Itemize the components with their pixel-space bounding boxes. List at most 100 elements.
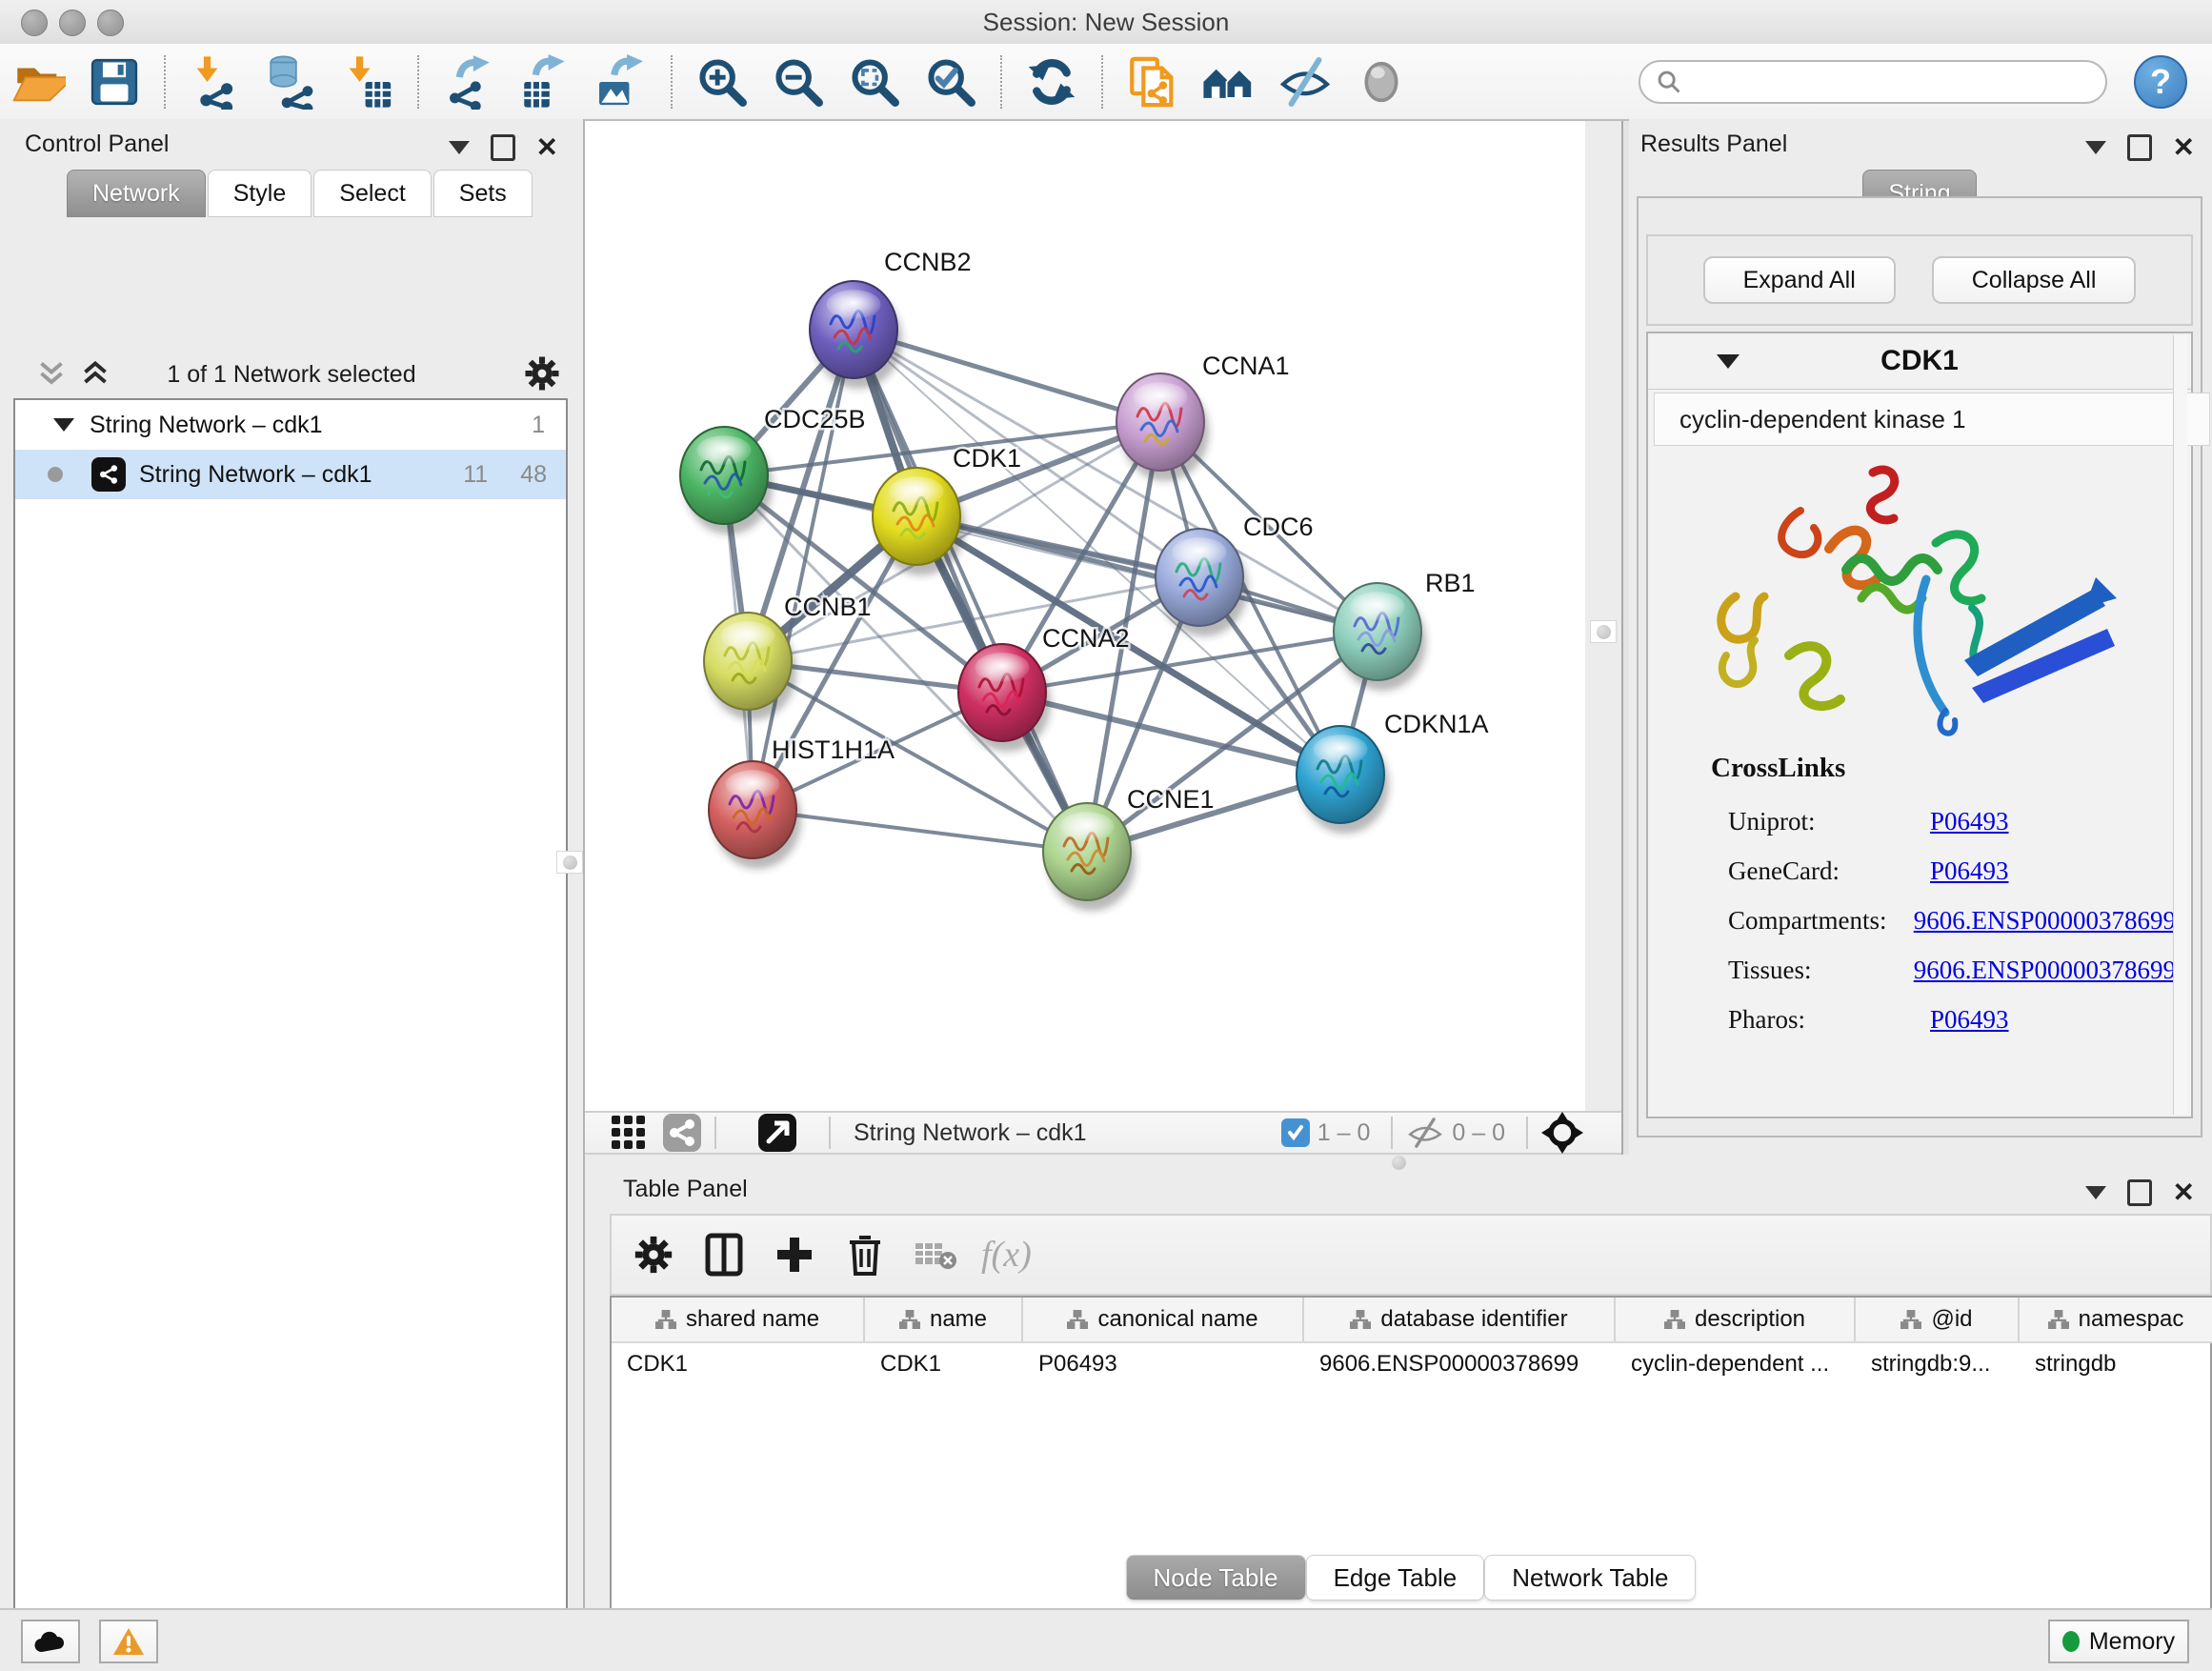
cell-shared-name[interactable]: CDK1	[612, 1343, 865, 1385]
cloud-status-button[interactable]	[21, 1620, 80, 1663]
zoom-window-button[interactable]	[97, 10, 124, 36]
tab-select[interactable]: Select	[313, 170, 431, 217]
crosslink-link[interactable]: P06493	[1930, 1005, 2009, 1035]
status-bar: Memory	[0, 1608, 2212, 1671]
help-button[interactable]: ?	[2134, 55, 2187, 109]
birdseye-toggle-icon[interactable]	[758, 1114, 796, 1152]
table-toolbar: f(x)	[610, 1214, 2212, 1296]
close-panel-icon[interactable]: ✕	[2173, 1182, 2195, 1203]
table-row[interactable]: CDK1CDK1P064939606.ENSP00000378699cyclin…	[612, 1343, 2212, 1385]
tab-edge-table[interactable]: Edge Table	[1306, 1555, 1485, 1601]
network-options-gear-icon[interactable]	[522, 353, 562, 393]
column-header-name[interactable]: name	[865, 1298, 1023, 1341]
grid-view-icon[interactable]	[612, 1116, 646, 1150]
network-row-selected[interactable]: String Network – cdk1 11 48	[15, 450, 566, 499]
collapse-panel-icon[interactable]	[2085, 141, 2106, 154]
column-header-shared-name[interactable]: shared name	[612, 1298, 865, 1341]
export-image-icon[interactable]	[592, 52, 651, 111]
network-canvas[interactable]: CCNB2CCNA1CDC25BCDK1CDC6RB1CCNB1CCNA2CDK…	[585, 121, 1585, 1111]
import-table-file-icon[interactable]	[338, 52, 397, 111]
protein-structure-image	[1686, 455, 2143, 741]
zoom-fit-icon[interactable]	[845, 52, 904, 111]
hide-glyphs-icon[interactable]	[1276, 52, 1335, 111]
network-node-CCNE1[interactable]	[1043, 803, 1136, 911]
show-columns-icon[interactable]	[695, 1226, 753, 1283]
show-glyphs-icon[interactable]	[1352, 52, 1411, 111]
open-session-icon[interactable]	[9, 52, 68, 111]
collapse-panel-icon[interactable]	[449, 141, 470, 154]
zoom-selected-icon[interactable]	[921, 52, 980, 111]
crosslink-link[interactable]: 9606.ENSP00000378699	[1914, 906, 2176, 936]
warning-status-button[interactable]	[99, 1620, 158, 1663]
results-scrollbar[interactable]	[2173, 335, 2187, 1115]
network-node-RB1[interactable]	[1334, 583, 1426, 691]
collapse-all-button[interactable]: Collapse All	[1932, 256, 2137, 304]
column-header-namespac[interactable]: namespac	[2020, 1298, 2212, 1341]
network-list-header: 1 of 1 Network selected	[0, 348, 583, 399]
warning-icon	[112, 1627, 145, 1656]
network-edge-HIST1H1A-CCNE1[interactable]	[753, 810, 1087, 852]
cell-database-identifier[interactable]: 9606.ENSP00000378699	[1304, 1343, 1616, 1385]
tab-network-table[interactable]: Network Table	[1484, 1555, 1696, 1601]
collapse-panel-icon[interactable]	[2085, 1186, 2106, 1199]
network-node-CCNA1[interactable]	[1116, 373, 1209, 481]
minimize-window-button[interactable]	[59, 10, 86, 36]
column-header-canonical-name[interactable]: canonical name	[1023, 1298, 1304, 1341]
cell--id[interactable]: stringdb:9...	[1856, 1343, 2020, 1385]
tab-style[interactable]: Style	[208, 170, 312, 217]
cell-description[interactable]: cyclin-dependent ...	[1616, 1343, 1856, 1385]
network-node-HIST1H1A[interactable]	[709, 761, 801, 869]
network-node-CCNA2[interactable]	[958, 644, 1051, 752]
import-network-database-icon[interactable]	[262, 52, 321, 111]
column-header--id[interactable]: @id	[1856, 1298, 2020, 1341]
float-panel-icon[interactable]	[491, 134, 515, 161]
float-panel-icon[interactable]	[2127, 1179, 2152, 1206]
search-input[interactable]	[1682, 64, 2105, 100]
zoom-out-icon[interactable]	[769, 52, 828, 111]
right-splitter-handle[interactable]	[1590, 620, 1617, 643]
horizontal-splitter[interactable]	[585, 1155, 2212, 1170]
refresh-icon[interactable]	[1022, 52, 1081, 111]
network-node-CDC6[interactable]	[1156, 529, 1248, 636]
table-options-gear-icon[interactable]	[625, 1226, 682, 1283]
crosslink-link[interactable]: P06493	[1930, 856, 2009, 886]
add-column-icon[interactable]	[766, 1226, 823, 1283]
cell-canonical-name[interactable]: P06493	[1023, 1343, 1304, 1385]
selected-nodes-checkbox[interactable]	[1281, 1118, 1310, 1147]
export-table-icon[interactable]	[515, 52, 574, 111]
network-share-view-icon[interactable]	[663, 1114, 701, 1152]
close-window-button[interactable]	[21, 10, 48, 36]
search-field[interactable]	[1639, 60, 2107, 104]
collection-expander-icon[interactable]	[53, 418, 74, 432]
tab-sets[interactable]: Sets	[433, 170, 533, 217]
column-header-database-identifier[interactable]: database identifier	[1304, 1298, 1616, 1341]
float-panel-icon[interactable]	[2127, 134, 2152, 161]
network-node-CDK1[interactable]	[873, 468, 965, 575]
string-document-icon[interactable]	[1123, 52, 1182, 111]
expand-all-button[interactable]: Expand All	[1703, 256, 1896, 304]
network-node-CDKN1A[interactable]	[1297, 726, 1389, 834]
network-node-CDC25B[interactable]	[680, 427, 773, 534]
import-network-file-icon[interactable]	[186, 52, 245, 111]
export-network-icon[interactable]	[439, 52, 498, 111]
navigate-crosshair-icon[interactable]	[1541, 1112, 1583, 1154]
crosslink-link[interactable]: 9606.ENSP00000378699	[1914, 956, 2176, 985]
network-edge-CCNB2-CCNE1[interactable]	[854, 330, 1087, 852]
string-home-icon[interactable]	[1199, 52, 1258, 111]
network-collection-row[interactable]: String Network – cdk1 1	[15, 400, 566, 450]
tab-network[interactable]: Network	[67, 170, 206, 217]
close-panel-icon[interactable]: ✕	[536, 137, 558, 158]
cell-name[interactable]: CDK1	[865, 1343, 1023, 1385]
zoom-in-icon[interactable]	[693, 52, 752, 111]
close-panel-icon[interactable]: ✕	[2173, 137, 2195, 158]
tab-node-table[interactable]: Node Table	[1126, 1555, 1306, 1601]
cell-namespac[interactable]: stringdb	[2020, 1343, 2212, 1385]
left-splitter-handle[interactable]	[556, 851, 583, 874]
delete-column-trash-icon[interactable]	[836, 1226, 894, 1283]
network-node-CCNB2[interactable]	[810, 281, 902, 389]
column-header-description[interactable]: description	[1616, 1298, 1856, 1341]
gene-section-header[interactable]: CDK1	[1648, 333, 2191, 390]
crosslink-link[interactable]: P06493	[1930, 807, 2009, 836]
memory-button[interactable]: Memory	[2048, 1620, 2189, 1663]
save-session-icon[interactable]	[85, 52, 144, 111]
